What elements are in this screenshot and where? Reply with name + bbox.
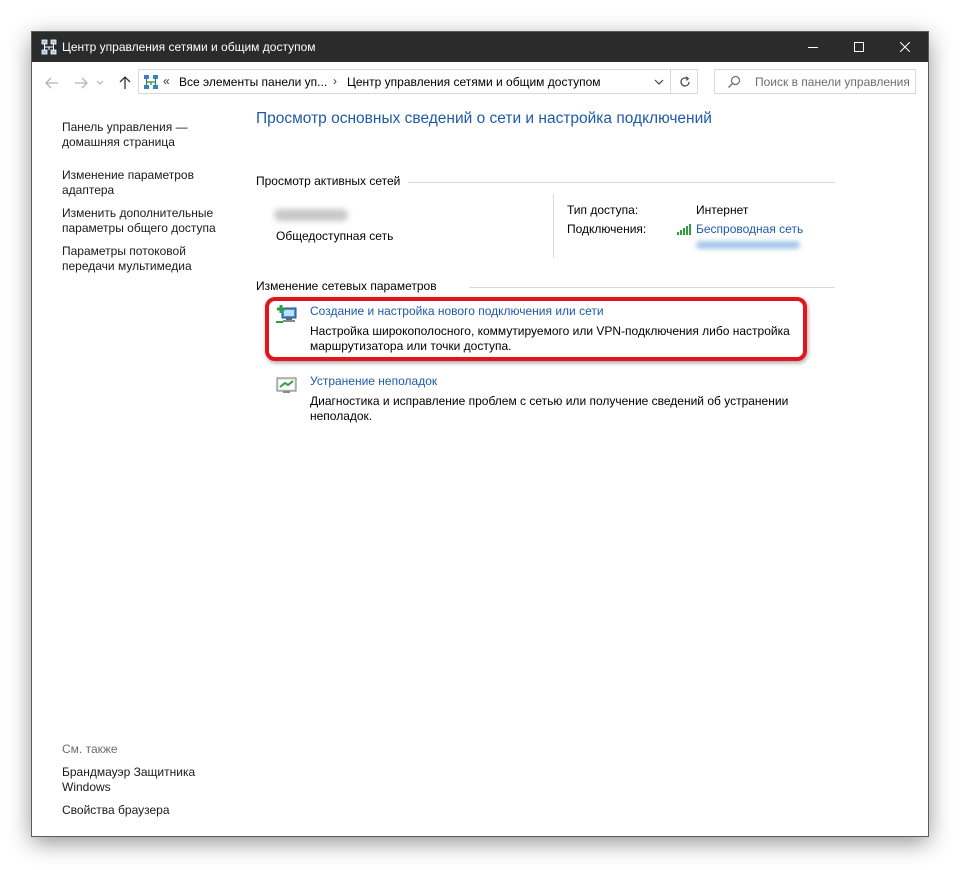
forward-button[interactable]: [71, 73, 91, 93]
breadcrumb-all-items[interactable]: Все элементы панели уп...: [179, 75, 327, 89]
up-arrow-icon: [119, 76, 131, 89]
sidebar-item-sharing-settings[interactable]: Изменить дополнительные параметры общего…: [62, 206, 232, 236]
network-center-window: Центр управления сетями и общим доступом: [32, 32, 928, 836]
navigation-bar: « Все элементы панели уп... › Центр упра…: [32, 62, 928, 104]
connections-label: Подключения:: [567, 222, 647, 236]
title-bar: Центр управления сетями и общим доступом: [32, 32, 928, 62]
sidebar-item-control-panel-home[interactable]: Панель управления — домашняя страница: [62, 120, 232, 150]
close-button[interactable]: [882, 32, 928, 62]
close-icon: [900, 42, 910, 52]
wifi-signal-icon: [677, 223, 693, 238]
maximize-button[interactable]: [836, 32, 882, 62]
sidebar-item-adapter-settings[interactable]: Изменение параметров адаптера: [62, 168, 232, 198]
troubleshoot-description: Диагностика и исправление проблем с сеть…: [310, 394, 789, 423]
minimize-button[interactable]: [790, 32, 836, 62]
breadcrumb-overflow[interactable]: «: [163, 74, 170, 88]
chevron-down-icon: [96, 80, 104, 85]
minimize-icon: [808, 47, 818, 48]
window-title: Центр управления сетями и общим доступом: [62, 40, 316, 54]
access-type-label: Тип доступа:: [567, 203, 639, 217]
highlight-annotation: [265, 297, 807, 361]
sidebar-item-media-streaming[interactable]: Параметры потоковой передачи мультимедиа: [62, 244, 232, 274]
breadcrumb-network-center[interactable]: Центр управления сетями и общим доступом: [347, 75, 601, 89]
network-center-icon: [143, 74, 159, 90]
network-type-link[interactable]: Общедоступная сеть: [276, 229, 393, 243]
search-box[interactable]: Поиск в панели управления: [714, 69, 916, 94]
network-name-redacted: [274, 209, 348, 221]
sidebar-item-firewall[interactable]: Брандмауэр Защитника Windows: [62, 765, 202, 795]
sidebar-item-browser-properties[interactable]: Свойства браузера: [62, 803, 232, 818]
page-title: Просмотр основных сведений о сети и наст…: [256, 110, 712, 127]
back-arrow-icon: [45, 77, 58, 89]
network-center-icon: [41, 39, 57, 55]
chevron-down-icon: [654, 79, 664, 85]
change-settings-heading: Изменение сетевых параметров: [256, 279, 437, 293]
recent-locations-button[interactable]: [94, 73, 106, 93]
search-placeholder: Поиск в панели управления: [755, 75, 910, 89]
section-divider: [469, 287, 835, 288]
troubleshoot-icon: [275, 374, 299, 396]
see-also-heading: См. также: [62, 742, 118, 756]
maximize-icon: [854, 42, 864, 52]
refresh-icon: [679, 75, 690, 87]
section-divider: [408, 182, 835, 183]
refresh-button[interactable]: [670, 70, 698, 93]
troubleshoot-link[interactable]: Устранение неполадок: [310, 374, 437, 388]
back-button[interactable]: [42, 73, 62, 93]
up-button[interactable]: [115, 73, 135, 93]
vertical-divider: [553, 194, 554, 258]
breadcrumb-separator[interactable]: ›: [333, 74, 337, 88]
search-icon: [728, 75, 741, 88]
ssid-redacted: [696, 241, 800, 249]
address-bar[interactable]: « Все элементы панели уп... › Центр упра…: [138, 69, 698, 94]
address-dropdown-button[interactable]: [648, 70, 670, 93]
forward-arrow-icon: [75, 77, 88, 89]
access-type-value: Интернет: [696, 203, 749, 217]
active-networks-heading: Просмотр активных сетей: [256, 174, 401, 188]
wireless-connection-link[interactable]: Беспроводная сеть: [696, 222, 803, 236]
